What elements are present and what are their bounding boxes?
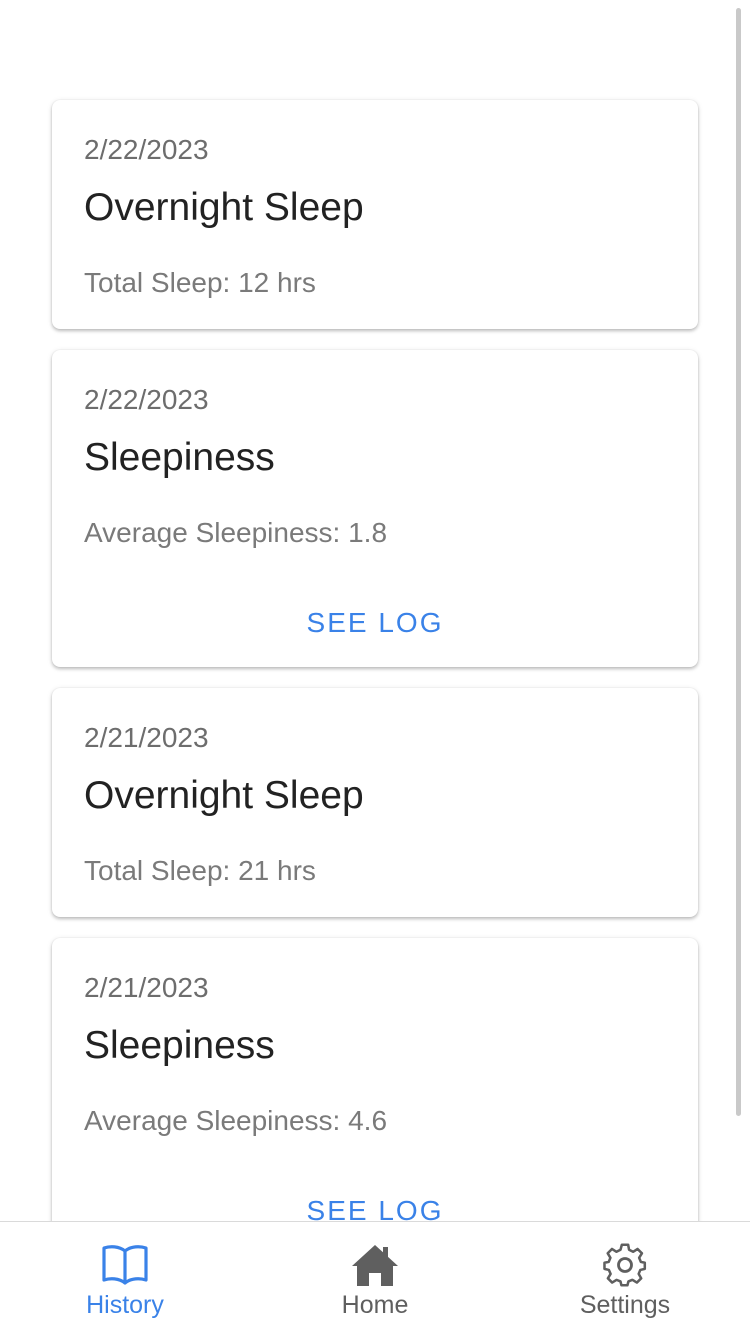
card-title: Overnight Sleep xyxy=(84,186,364,229)
tab-label: Home xyxy=(341,1291,409,1319)
tab-label: Settings xyxy=(579,1291,671,1319)
see-log-button[interactable]: SEE LOG xyxy=(52,606,698,640)
card-detail: Average Sleepiness: 4.6 xyxy=(84,1105,388,1136)
card-date: 2/22/2023 xyxy=(84,384,209,415)
card-date: 2/21/2023 xyxy=(84,972,209,1003)
card-date: 2/21/2023 xyxy=(84,722,209,753)
card-title: Sleepiness xyxy=(84,436,275,479)
history-card-overnight-sleep: 2/21/2023 Overnight Sleep Total Sleep: 2… xyxy=(52,688,698,917)
card-detail: Total Sleep: 21 hrs xyxy=(84,855,316,886)
history-card-sleepiness: 2/21/2023 Sleepiness Average Sleepiness:… xyxy=(52,938,698,1222)
tab-history[interactable]: History xyxy=(0,1222,250,1335)
tab-label: History xyxy=(86,1291,164,1319)
card-title: Overnight Sleep xyxy=(84,774,364,817)
scrollbar[interactable] xyxy=(736,8,741,1116)
bottom-tab-bar: History Home Settings xyxy=(0,1221,750,1334)
tab-home[interactable]: Home xyxy=(250,1222,500,1335)
history-list[interactable]: 2/22/2023 Overnight Sleep Total Sleep: 1… xyxy=(0,0,750,1222)
history-card-overnight-sleep: 2/22/2023 Overnight Sleep Total Sleep: 1… xyxy=(52,100,698,329)
home-icon xyxy=(352,1245,398,1286)
card-title: Sleepiness xyxy=(84,1024,275,1067)
card-detail: Average Sleepiness: 1.8 xyxy=(84,517,388,548)
book-icon xyxy=(102,1245,148,1285)
tab-settings[interactable]: Settings xyxy=(500,1222,750,1335)
card-detail: Total Sleep: 12 hrs xyxy=(84,267,316,298)
see-log-button[interactable]: SEE LOG xyxy=(52,1194,698,1222)
history-card-sleepiness: 2/22/2023 Sleepiness Average Sleepiness:… xyxy=(52,350,698,667)
card-date: 2/22/2023 xyxy=(84,134,209,165)
gear-icon xyxy=(603,1243,647,1287)
